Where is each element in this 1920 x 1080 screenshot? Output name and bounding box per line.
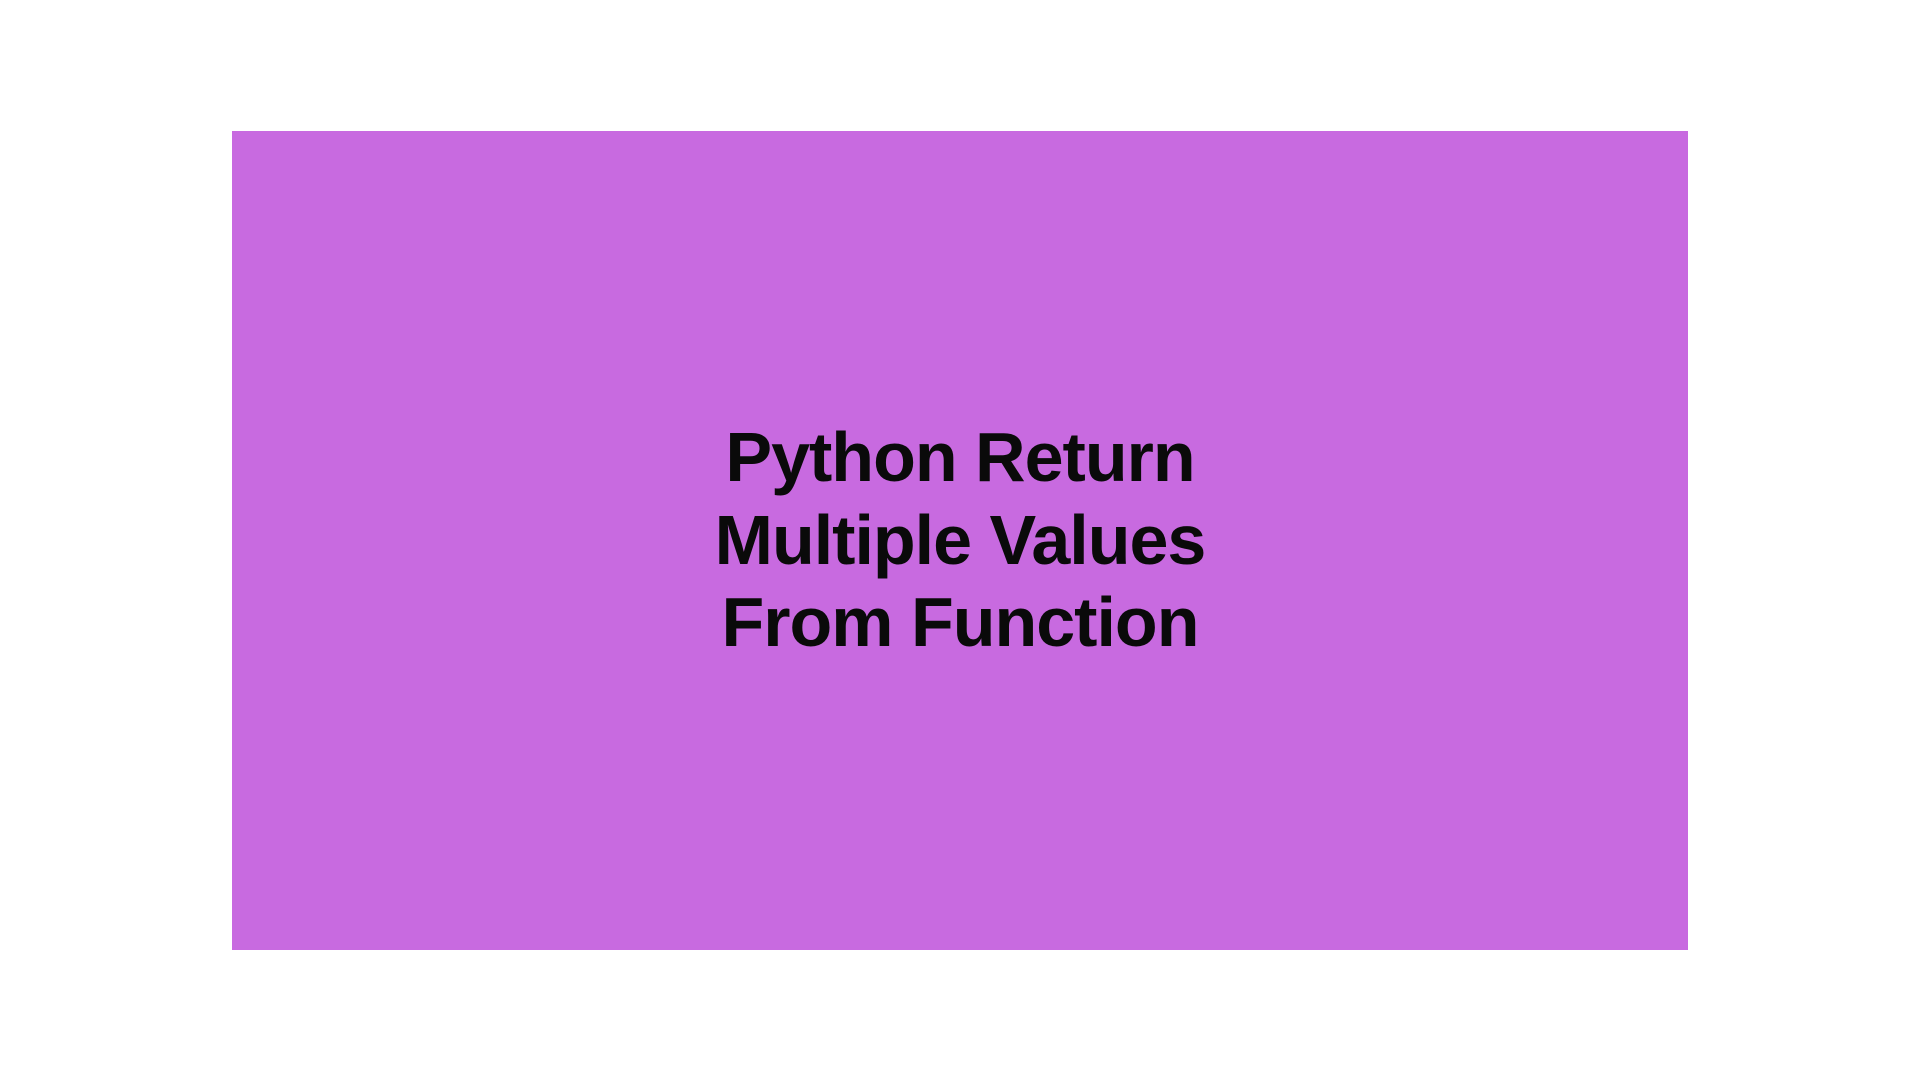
title-card: Python Return Multiple Values From Funct…	[232, 131, 1688, 950]
main-title: Python Return Multiple Values From Funct…	[715, 416, 1206, 664]
title-line-3: From Function	[722, 583, 1199, 661]
title-line-2: Multiple Values	[715, 501, 1206, 579]
title-line-1: Python Return	[725, 418, 1194, 496]
